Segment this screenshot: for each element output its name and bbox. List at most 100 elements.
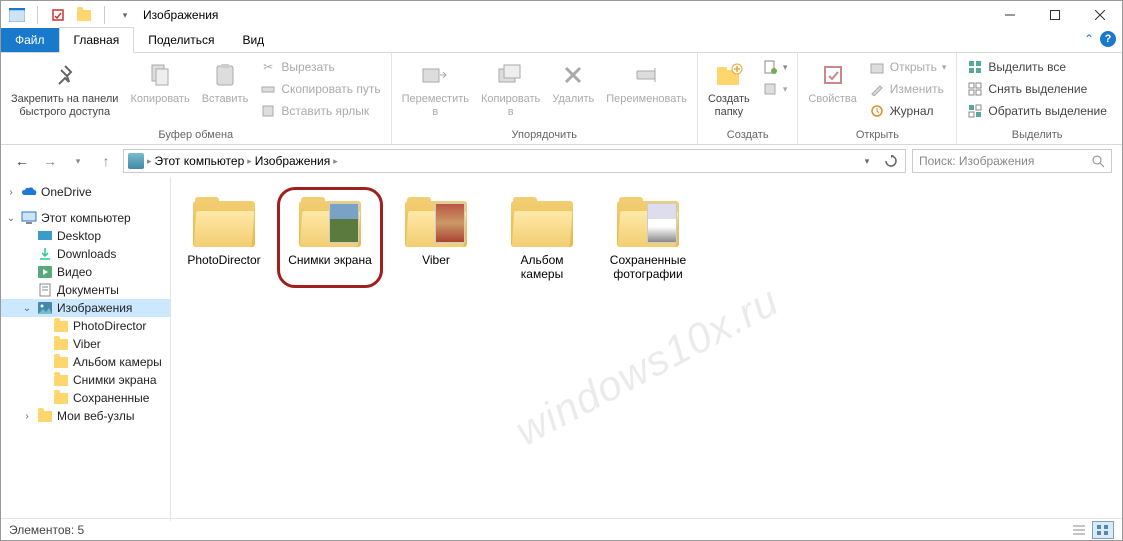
window-title: Изображения (143, 8, 218, 22)
folder-item-highlighted[interactable]: Снимки экрана (287, 197, 373, 282)
folder-icon[interactable] (74, 5, 94, 25)
desktop-icon (37, 229, 53, 243)
properties-button[interactable]: Свойства (804, 57, 860, 108)
new-folder-icon (713, 59, 745, 91)
history-button[interactable]: Журнал (865, 101, 951, 121)
tab-file[interactable]: Файл (1, 28, 59, 52)
chevron-right-icon[interactable]: ▸ (247, 156, 252, 167)
rename-button[interactable]: Переименовать (602, 57, 691, 108)
help-icon[interactable]: ? (1100, 31, 1116, 47)
refresh-button[interactable] (881, 155, 901, 167)
paste-button[interactable]: Вставить (198, 57, 253, 108)
new-item-button[interactable]: ▾ (758, 57, 792, 77)
new-folder-button[interactable]: Создать папку (704, 57, 754, 121)
move-icon (419, 59, 451, 91)
folder-item[interactable]: PhotoDirector (181, 197, 267, 282)
sidebar-item-documents[interactable]: Документы (1, 281, 170, 299)
paste-icon (209, 59, 241, 91)
folder-icon (299, 197, 361, 247)
quick-access-toolbar: ▾ (1, 5, 135, 25)
edit-button[interactable]: Изменить (865, 79, 951, 99)
group-new: Создать папку ▾ ▾ Создать (698, 53, 799, 144)
sidebar-item-screenshots[interactable]: Снимки экрана (1, 371, 170, 389)
pictures-icon (37, 301, 53, 315)
close-button[interactable] (1077, 1, 1122, 29)
download-icon (37, 247, 53, 261)
pin-icon (49, 59, 81, 91)
separator (104, 6, 105, 24)
delete-button[interactable]: Удалить (548, 57, 598, 108)
maximize-button[interactable] (1032, 1, 1077, 29)
delete-icon (557, 59, 589, 91)
tab-view[interactable]: Вид (228, 28, 278, 52)
select-all-button[interactable]: Выделить все (963, 57, 1111, 77)
folder-item[interactable]: Сохраненные фотографии (605, 197, 691, 282)
easy-access-button[interactable]: ▾ (758, 79, 792, 99)
sidebar-item-videos[interactable]: Видео (1, 263, 170, 281)
folder-icon (617, 197, 679, 247)
sidebar-item-camera-roll[interactable]: Альбом камеры (1, 353, 170, 371)
sidebar-item-saved[interactable]: Сохраненные (1, 389, 170, 407)
sidebar-item-downloads[interactable]: Downloads (1, 245, 170, 263)
pin-to-quick-access-button[interactable]: Закрепить на панели быстрого доступа (7, 57, 122, 121)
navigation-pane[interactable]: ›OneDrive ⌄Этот компьютер Desktop Downlo… (1, 177, 171, 521)
status-bar: Элементов: 5 (1, 518, 1122, 540)
back-button[interactable]: ← (11, 150, 33, 172)
item-count: Элементов: 5 (9, 523, 84, 537)
details-view-button[interactable] (1068, 521, 1090, 539)
sidebar-item-this-pc[interactable]: ⌄Этот компьютер (1, 209, 170, 227)
copy-to-button[interactable]: Копировать в (477, 57, 544, 121)
copy-path-button[interactable]: Скопировать путь (256, 79, 384, 99)
address-dropdown[interactable]: ▾ (857, 155, 877, 167)
cut-button[interactable]: ✂Вырезать (256, 57, 384, 77)
sidebar-item-viber[interactable]: Viber (1, 335, 170, 353)
chevron-right-icon[interactable]: ▸ (333, 156, 338, 167)
up-button[interactable]: ↑ (95, 150, 117, 172)
sidebar-item-onedrive[interactable]: ›OneDrive (1, 183, 170, 201)
qat-dropdown-icon[interactable]: ▾ (115, 5, 135, 25)
paste-shortcut-button[interactable]: Вставить ярлык (256, 101, 384, 121)
breadcrumb-segment[interactable]: Этот компьютер (155, 154, 245, 168)
properties-qat-icon[interactable] (48, 5, 68, 25)
explorer-icon[interactable] (7, 5, 27, 25)
open-button[interactable]: Открыть ▾ (865, 57, 951, 77)
ribbon: Закрепить на панели быстрого доступа Коп… (1, 53, 1122, 145)
move-to-button[interactable]: Переместить в (398, 57, 473, 121)
invert-selection-button[interactable]: Обратить выделение (963, 101, 1111, 121)
folder-icon (37, 409, 53, 423)
folder-icon (53, 373, 69, 387)
forward-button[interactable]: → (39, 150, 61, 172)
folder-icon (53, 319, 69, 333)
thumbnail (647, 203, 677, 243)
sidebar-item-pictures[interactable]: ⌄Изображения (1, 299, 170, 317)
copy-icon (144, 59, 176, 91)
history-icon (869, 103, 885, 119)
content-pane[interactable]: PhotoDirector Снимки экрана Viber Альбом… (171, 177, 1122, 521)
thumbnail (329, 203, 359, 243)
address-bar[interactable]: ▸ Этот компьютер ▸ Изображения ▸ ▾ (123, 149, 906, 173)
recent-dropdown[interactable]: ▾ (67, 150, 89, 172)
copy-button[interactable]: Копировать (126, 57, 193, 108)
search-input[interactable]: Поиск: Изображения (912, 149, 1112, 173)
pictures-library-icon (128, 153, 144, 169)
pc-icon (21, 211, 37, 225)
icons-view-button[interactable] (1092, 521, 1114, 539)
chevron-right-icon[interactable]: ▸ (147, 156, 152, 167)
select-none-button[interactable]: Снять выделение (963, 79, 1111, 99)
folder-item[interactable]: Альбом камеры (499, 197, 585, 282)
collapse-ribbon-icon[interactable]: ⌃ (1084, 32, 1094, 46)
sidebar-item-photodirector[interactable]: PhotoDirector (1, 317, 170, 335)
folder-icon (53, 337, 69, 351)
sidebar-item-desktop[interactable]: Desktop (1, 227, 170, 245)
ribbon-tabs: Файл Главная Поделиться Вид ⌃ ? (1, 29, 1122, 53)
folder-icon (193, 197, 255, 247)
sidebar-item-web[interactable]: ›Мои веб-узлы (1, 407, 170, 425)
minimize-button[interactable] (987, 1, 1032, 29)
folder-item[interactable]: Viber (393, 197, 479, 282)
folder-icon (53, 391, 69, 405)
tab-share[interactable]: Поделиться (134, 28, 228, 52)
video-icon (37, 265, 53, 279)
breadcrumb-segment[interactable]: Изображения (255, 154, 330, 168)
tab-home[interactable]: Главная (59, 27, 135, 53)
address-bar-row: ← → ▾ ↑ ▸ Этот компьютер ▸ Изображения ▸… (1, 145, 1122, 177)
